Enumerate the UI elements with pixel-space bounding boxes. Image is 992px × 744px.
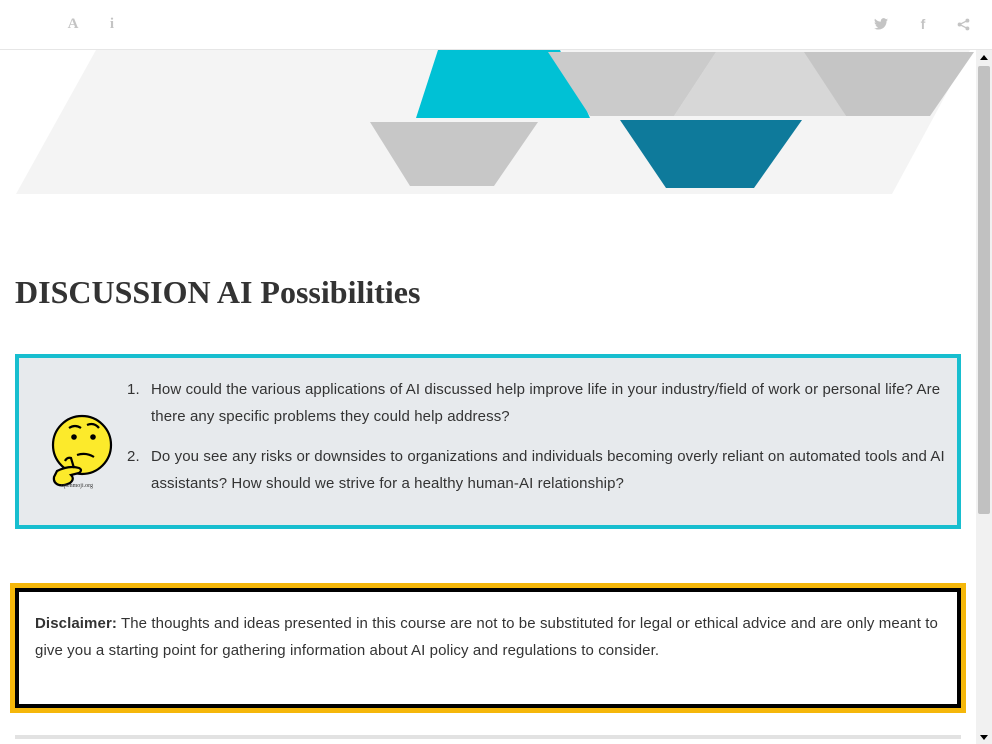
disclaimer-body: The thoughts and ideas presented in this… — [35, 615, 938, 659]
divider — [15, 735, 961, 739]
discussion-box: openmoji.org 1. How could the various ap… — [15, 354, 961, 529]
page-title: DISCUSSION AI Possibilities — [15, 274, 421, 310]
emoji-credit: openmoji.org — [61, 483, 93, 489]
disclaimer-label: Disclaimer: — [35, 615, 117, 632]
scrollbar-thumb[interactable] — [978, 66, 990, 514]
thinking-face-icon: openmoji.org — [51, 414, 113, 489]
banner-graphic — [16, 50, 974, 194]
list-number: 1. — [127, 381, 140, 398]
list-number: 2. — [127, 448, 140, 465]
info-icon[interactable]: i — [101, 13, 123, 35]
share-icon[interactable] — [952, 13, 974, 35]
list-item: 1. How could the various applications of… — [127, 376, 953, 430]
question-list: 1. How could the various applications of… — [127, 376, 953, 510]
list-item: 2. Do you see any risks or downsides to … — [127, 443, 953, 497]
top-toolbar: A i f — [0, 0, 992, 50]
twitter-icon[interactable] — [870, 13, 892, 35]
share-icon-glyph — [957, 18, 969, 30]
page-content: DISCUSSION AI Possibilities openmoji.org… — [0, 50, 976, 744]
twitter-icon-glyph — [874, 18, 888, 30]
scroll-up-arrow-icon[interactable] — [976, 50, 992, 64]
question-text: How could the various applications of AI… — [151, 381, 941, 425]
vertical-scrollbar[interactable] — [976, 50, 992, 744]
question-text: Do you see any risks or downsides to org… — [151, 448, 945, 492]
font-icon[interactable]: A — [62, 13, 84, 35]
disclaimer-box: Disclaimer: The thoughts and ideas prese… — [10, 583, 966, 713]
scroll-down-arrow-icon[interactable] — [976, 730, 992, 744]
disclaimer-text: Disclaimer: The thoughts and ideas prese… — [35, 610, 941, 664]
facebook-icon[interactable]: f — [912, 13, 934, 35]
disclaimer-inner: Disclaimer: The thoughts and ideas prese… — [15, 588, 961, 708]
